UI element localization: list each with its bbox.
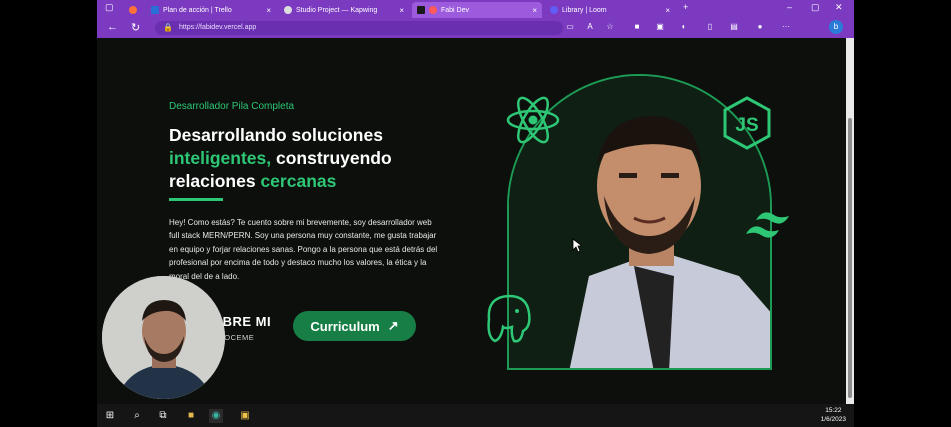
svg-text:JS: JS: [735, 115, 758, 136]
webcam-video: [102, 276, 225, 399]
close-icon[interactable]: ×: [532, 6, 537, 15]
close-icon[interactable]: ×: [399, 6, 404, 15]
task-view-icon[interactable]: ⧉: [156, 409, 170, 423]
tab-loom[interactable]: Library | Loom ×: [545, 2, 675, 18]
lock-icon: 🔒: [163, 23, 173, 32]
url-field[interactable]: 🔒 https://fabidev.vercel.app: [155, 21, 563, 35]
clock-date: 1/6/2023: [820, 416, 846, 423]
extension-icon[interactable]: ◐: [679, 22, 689, 32]
clock-time: 15:22: [825, 407, 842, 414]
headline-mid: construyendo: [271, 148, 392, 168]
search-icon[interactable]: ⌕: [130, 409, 144, 423]
about-subtitle: ONOCEME: [212, 333, 255, 342]
nodejs-icon: JS: [723, 96, 771, 150]
screen: ▢ Plan de acción | Trello × Studio Proje…: [97, 0, 854, 427]
headline-highlight-2: cercanas: [260, 171, 337, 191]
tab-title: Fabi Dev: [441, 6, 470, 14]
headline-line-1: Desarrollando soluciones: [169, 125, 383, 145]
tab-firefox[interactable]: [124, 2, 144, 18]
bing-icon[interactable]: b: [829, 20, 843, 34]
favorite-icon[interactable]: ☆: [605, 22, 615, 32]
tab-trello[interactable]: Plan de acción | Trello ×: [146, 2, 276, 18]
tab-title: Library | Loom: [562, 6, 607, 14]
camera-icon[interactable]: ▭: [565, 22, 575, 32]
tab-title: Studio Project — Kapwing: [296, 6, 378, 14]
reload-icon[interactable]: ↻: [131, 21, 140, 34]
windows-start-icon[interactable]: ⊞: [103, 409, 117, 423]
extension-icon[interactable]: ▣: [655, 22, 665, 32]
split-screen-icon[interactable]: ▯: [705, 22, 715, 32]
page-icon: [417, 6, 425, 14]
curriculum-label: Curriculum: [310, 318, 380, 334]
firefox-icon: [129, 6, 137, 14]
file-explorer-icon[interactable]: ■: [184, 409, 198, 423]
about-title: OBRE MI: [212, 314, 272, 329]
browser-address-bar: ← ↻ 🔒 https://fabidev.vercel.app ▭ A ☆ ■…: [97, 18, 854, 38]
tab-kapwing[interactable]: Studio Project — Kapwing ×: [279, 2, 409, 18]
curriculum-button[interactable]: Curriculum ↗: [293, 311, 416, 341]
read-aloud-icon[interactable]: A: [585, 22, 595, 32]
close-window-icon[interactable]: ✕: [835, 2, 843, 13]
role-subtitle: Desarrollador Pila Completa: [169, 101, 295, 112]
system-clock[interactable]: 15:22 1/6/2023: [821, 406, 846, 424]
hero-headline: Desarrollando soluciones inteligentes, c…: [169, 124, 459, 193]
intro-paragraph: Hey! Como estás? Te cuento sobre mi brev…: [169, 218, 438, 281]
webcam-overlay: [102, 276, 225, 399]
react-icon: [506, 96, 560, 144]
scrollbar-thumb[interactable]: [848, 118, 852, 398]
postgresql-icon: [487, 294, 531, 343]
browser-tab-bar: ▢ Plan de acción | Trello × Studio Proje…: [97, 0, 854, 18]
url-text: https://fabidev.vercel.app: [179, 24, 257, 31]
headline-highlight-1: inteligentes,: [169, 148, 272, 168]
tab-title: Plan de acción | Trello: [163, 6, 232, 14]
record-icon: [429, 6, 437, 14]
close-icon[interactable]: ×: [266, 6, 271, 15]
kapwing-icon: [284, 6, 292, 14]
extension-icon[interactable]: ■: [632, 22, 642, 32]
more-icon[interactable]: ···: [781, 22, 791, 32]
accent-divider: [169, 198, 223, 201]
close-icon[interactable]: ×: [665, 6, 670, 15]
edge-icon[interactable]: ◉: [209, 409, 223, 423]
collections-icon[interactable]: ▤: [729, 22, 739, 32]
windows-taskbar: ⊞ ⌕ ⧉ ■ ◉ ▣ 15:22 1/6/2023: [97, 404, 854, 427]
trello-icon: [151, 6, 159, 14]
tailwind-icon: [746, 212, 789, 238]
new-tab-icon[interactable]: +: [683, 2, 688, 12]
tab-fabidev[interactable]: Fabi Dev ×: [412, 2, 542, 18]
page-scrollbar[interactable]: [846, 38, 854, 404]
maximize-icon[interactable]: ▢: [811, 2, 820, 13]
headline-line-3: relaciones: [169, 171, 261, 191]
profile-icon[interactable]: ●: [755, 22, 765, 32]
back-icon[interactable]: ←: [107, 21, 118, 33]
web-page: Desarrollador Pila Completa Desarrolland…: [97, 38, 846, 404]
tab-actions-icon[interactable]: ▢: [105, 2, 114, 13]
about-me-link[interactable]: OBRE MI ONOCEME: [212, 314, 302, 342]
store-icon[interactable]: ▣: [238, 409, 252, 423]
mouse-cursor-icon: [572, 238, 582, 253]
minimize-icon[interactable]: –: [787, 2, 792, 12]
arrow-up-right-icon: ↗: [387, 318, 399, 333]
loom-icon: [550, 6, 558, 14]
